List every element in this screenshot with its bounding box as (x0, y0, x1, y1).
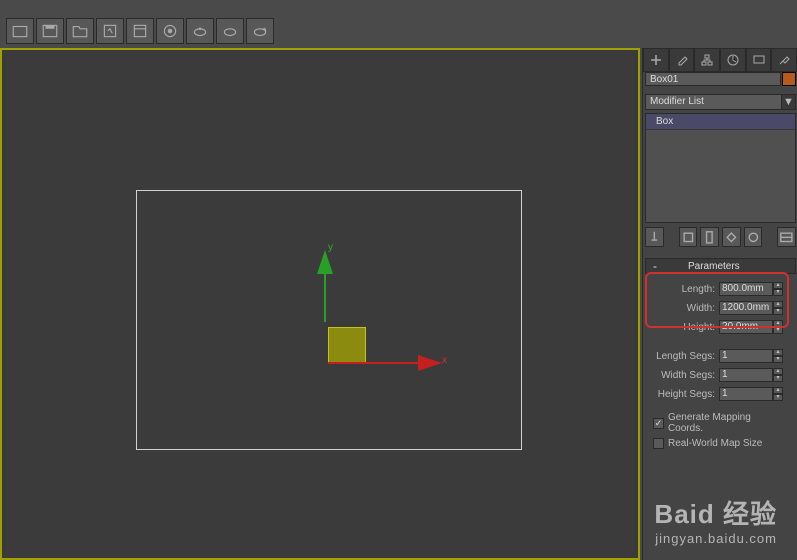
toolbar-btn-4[interactable] (96, 18, 124, 44)
height-label: Height: (649, 322, 719, 333)
modify-tab[interactable] (669, 48, 695, 72)
command-panel: Box01 Modifier List ▼ Box - Parameters L… (642, 48, 797, 560)
rollout-toggle: - (650, 261, 660, 271)
display-tab[interactable] (746, 48, 772, 72)
toolbar-btn-2[interactable] (36, 18, 64, 44)
object-color-swatch[interactable] (782, 72, 796, 86)
toolbar-btn-9[interactable] (246, 18, 274, 44)
toolbar-btn-1[interactable] (6, 18, 34, 44)
toolbar-btn-3[interactable] (66, 18, 94, 44)
remove-modifier-button[interactable] (722, 227, 741, 247)
width-input[interactable]: 1200.0mm (719, 301, 773, 315)
watermark: Baid 经验 jingyan.baidu.com (654, 494, 777, 546)
toolbar-btn-7[interactable] (186, 18, 214, 44)
utilities-tab[interactable] (771, 48, 797, 72)
width-segs-spinner[interactable]: ▴▾ (773, 368, 783, 382)
parameters-rollout: - Parameters Length: 800.0mm ▴▾ Width: 1… (645, 258, 796, 457)
real-world-row[interactable]: Real-World Map Size (649, 436, 792, 451)
width-label: Width: (649, 303, 719, 314)
modifier-sets-button[interactable] (777, 227, 796, 247)
height-segs-row: Height Segs: 1 ▴▾ (649, 385, 792, 403)
show-end-result-button[interactable] (679, 227, 698, 247)
watermark-sub: jingyan.baidu.com (654, 531, 777, 546)
length-row: Length: 800.0mm ▴▾ (649, 280, 792, 298)
make-unique-button[interactable] (700, 227, 719, 247)
parameters-rollout-header[interactable]: - Parameters (645, 258, 796, 274)
toolbar-btn-6[interactable] (156, 18, 184, 44)
axis-x-label: x (442, 355, 447, 366)
gen-mapping-row[interactable]: ✓ Generate Mapping Coords. (649, 410, 792, 436)
length-segs-input[interactable]: 1 (719, 349, 773, 363)
modifier-stack-item[interactable]: Box (646, 114, 795, 130)
box-object[interactable] (328, 327, 366, 363)
toolbar-btn-8[interactable] (216, 18, 244, 44)
toolbar-btn-5[interactable] (126, 18, 154, 44)
length-spinner[interactable]: ▴▾ (773, 282, 783, 296)
x-axis-arrow (328, 360, 436, 366)
width-spinner[interactable]: ▴▾ (773, 301, 783, 315)
real-world-checkbox[interactable] (653, 438, 664, 449)
width-segs-label: Width Segs: (649, 370, 719, 381)
height-segs-input[interactable]: 1 (719, 387, 773, 401)
motion-tab[interactable] (720, 48, 746, 72)
length-input[interactable]: 800.0mm (719, 282, 773, 296)
length-segs-spinner[interactable]: ▴▾ (773, 349, 783, 363)
height-segs-label: Height Segs: (649, 389, 719, 400)
modifier-list-label: Modifier List (646, 95, 781, 109)
create-tab[interactable] (643, 48, 669, 72)
real-world-label: Real-World Map Size (668, 438, 762, 449)
rollout-title: Parameters (688, 261, 740, 272)
length-segs-label: Length Segs: (649, 351, 719, 362)
top-toolbar (2, 16, 278, 46)
hierarchy-tab[interactable] (694, 48, 720, 72)
object-name-field[interactable]: Box01 (645, 72, 781, 86)
gen-mapping-checkbox[interactable]: ✓ (653, 418, 664, 429)
height-spinner[interactable]: ▴▾ (773, 320, 783, 334)
modifier-stack[interactable]: Box (645, 113, 796, 223)
configure-sets-button[interactable] (744, 227, 763, 247)
height-row: Height: 20.0mm ▴▾ (649, 318, 792, 336)
dropdown-arrow-icon: ▼ (781, 95, 795, 109)
y-axis-arrow (322, 250, 328, 322)
modifier-list-dropdown[interactable]: Modifier List ▼ (645, 94, 796, 110)
command-panel-tabs (643, 48, 797, 72)
gen-mapping-label: Generate Mapping Coords. (668, 412, 788, 434)
width-segs-input[interactable]: 1 (719, 368, 773, 382)
width-segs-row: Width Segs: 1 ▴▾ (649, 366, 792, 384)
height-segs-spinner[interactable]: ▴▾ (773, 387, 783, 401)
height-input[interactable]: 20.0mm (719, 320, 773, 334)
viewport[interactable]: y x (0, 48, 640, 560)
watermark-main: Baid 经验 (654, 494, 777, 531)
viewport-frame (136, 190, 522, 450)
modifier-stack-buttons (645, 226, 796, 248)
width-row: Width: 1200.0mm ▴▾ (649, 299, 792, 317)
pin-stack-button[interactable] (645, 227, 664, 247)
length-label: Length: (649, 284, 719, 295)
length-segs-row: Length Segs: 1 ▴▾ (649, 347, 792, 365)
